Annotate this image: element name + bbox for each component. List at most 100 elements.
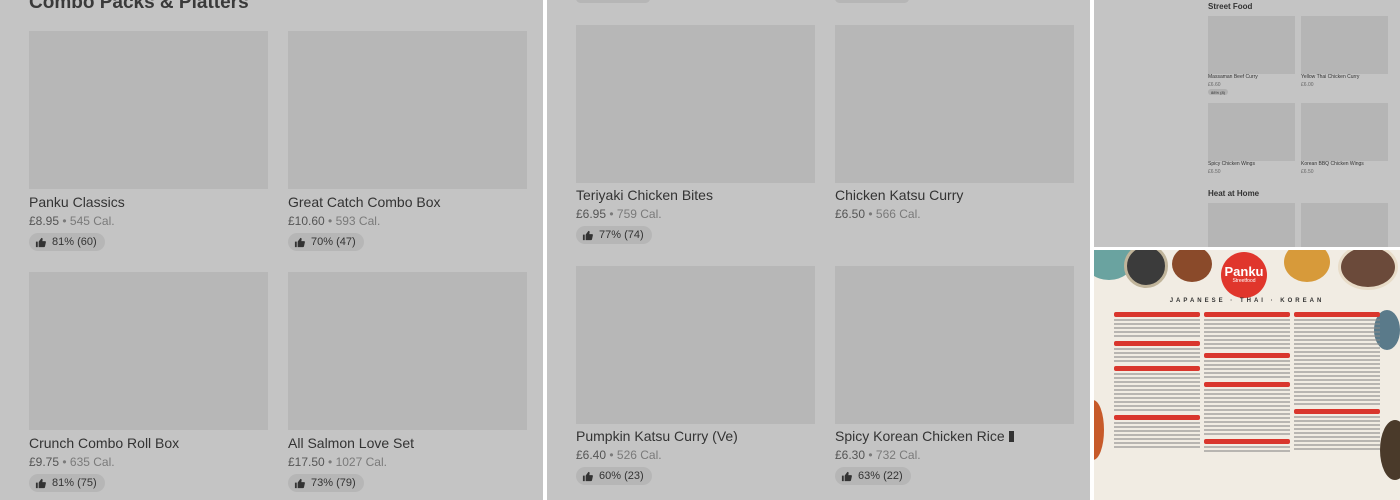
item-meta: £10.60 • 593 Cal. (288, 214, 381, 228)
menu-item-card[interactable]: Teriyaki Chicken Bites £6.95 • 759 Cal. … (576, 25, 815, 250)
item-name: Teriyaki Chicken Bites (576, 187, 713, 203)
item-price: £9.75 (29, 455, 60, 469)
item-price: £17.50 (288, 455, 325, 469)
item-meta: £6.95 • 759 Cal. (576, 207, 662, 221)
item-meta: £6.40 • 526 Cal. (576, 448, 662, 462)
rating-badge: 60% (23) (576, 467, 652, 485)
thumbs-up-icon (582, 230, 593, 240)
menu-item-card[interactable]: Spicy Korean Chicken Rice £6.30 • 732 Ca… (835, 266, 1074, 491)
item-image[interactable] (576, 266, 815, 424)
item-meta: £6.30 • 732 Cal. (835, 448, 921, 462)
food-photo (1284, 250, 1330, 282)
item-calories: 635 Cal. (69, 455, 115, 469)
item-image[interactable] (29, 272, 268, 430)
item-image[interactable] (1208, 103, 1295, 161)
item-calories: 1027 Cal. (335, 455, 387, 469)
rating-badge: 63% (22) (835, 467, 911, 485)
item-calories: 759 Cal. (616, 207, 662, 221)
item-image[interactable] (1301, 16, 1388, 74)
rating-text: 73% (79) (311, 477, 356, 489)
food-photo (1124, 250, 1168, 288)
menu-item-card[interactable]: Massaman Beef Curry £6.60 88% (8) (1208, 16, 1295, 96)
rating-badge: 70% (47) (288, 233, 364, 251)
menu-item-card[interactable]: All Salmon Love Set £17.50 • 1027 Cal. 7… (288, 272, 527, 497)
rating-text: 77% (74) (599, 229, 644, 241)
thumbs-up-icon (582, 471, 593, 481)
item-price: £6.30 (835, 448, 866, 462)
item-name: Panku Classics (29, 194, 125, 210)
item-meta: £8.95 • 545 Cal. (29, 214, 115, 228)
menu-column (1294, 308, 1380, 452)
item-price: £10.60 (288, 214, 325, 228)
item-name: Yellow Thai Chicken Curry (1301, 74, 1360, 80)
menu-item-card[interactable]: Great Catch Combo Box £10.60 • 593 Cal. … (288, 31, 527, 256)
item-name: Korean BBQ Chicken Wings (1301, 161, 1364, 167)
item-meta: £9.75 • 635 Cal. (29, 455, 115, 469)
item-price: £6.50 (1301, 169, 1314, 175)
item-image[interactable] (288, 31, 527, 189)
rating-text: 81% (75) (52, 477, 97, 489)
food-photo (1094, 400, 1104, 460)
menu-column (1114, 308, 1200, 450)
item-image[interactable] (29, 31, 268, 189)
menu-item-card[interactable]: Spicy Chicken Wings £6.50 (1208, 103, 1295, 183)
rating-text: 88% (8) (1211, 89, 1226, 95)
item-price: £6.00 (1301, 82, 1314, 88)
thumbs-up-icon (35, 237, 46, 247)
rating-text: 60% (23) (599, 470, 644, 482)
rating-badge-stub (835, 0, 909, 3)
logo-subtext: Streetfood (1232, 278, 1256, 284)
item-name: Pumpkin Katsu Curry (Ve) (576, 428, 738, 444)
menu-item-card[interactable]: Crunch Combo Roll Box £9.75 • 635 Cal. 8… (29, 272, 268, 497)
menu-panel-combo: Combo Packs & Platters Panku Classics £8… (0, 0, 543, 500)
rating-text: 70% (47) (311, 236, 356, 248)
section-title: Combo Packs & Platters (29, 0, 249, 13)
item-image[interactable] (835, 25, 1074, 183)
item-image[interactable] (1208, 16, 1295, 74)
item-image[interactable] (1301, 103, 1388, 161)
item-image[interactable] (288, 272, 527, 430)
cuisine-line: JAPANESE · THAI · KOREAN (1169, 298, 1325, 304)
item-image[interactable] (1301, 203, 1388, 247)
item-name: Chicken Katsu Curry (835, 187, 964, 203)
chili-icon (1008, 431, 1014, 442)
food-photo (1380, 420, 1400, 480)
item-meta: £17.50 • 1027 Cal. (288, 455, 387, 469)
item-image[interactable] (576, 25, 815, 183)
item-name: All Salmon Love Set (288, 435, 415, 451)
food-photo (1172, 250, 1212, 282)
item-calories: 566 Cal. (875, 207, 921, 221)
menu-poster: Panku Streetfood JAPANESE · THAI · KOREA… (1094, 250, 1400, 500)
item-image[interactable] (835, 266, 1074, 424)
rating-badge: 73% (79) (288, 474, 364, 492)
thumbs-up-icon (294, 237, 305, 247)
poster-graphic: Panku Streetfood JAPANESE · THAI · KOREA… (1094, 250, 1400, 500)
rating-text: 63% (22) (858, 470, 903, 482)
item-image[interactable] (1208, 203, 1295, 247)
rating-text: 81% (60) (52, 236, 97, 248)
item-price: £8.95 (29, 214, 60, 228)
rating-badge: 81% (75) (29, 474, 105, 492)
menu-item-card[interactable]: Korean BBQ Chicken Wings £6.50 (1301, 103, 1388, 183)
rating-badge: 77% (74) (576, 226, 652, 244)
menu-item-card[interactable]: Panku Classics £8.95 • 545 Cal. 81% (60) (29, 31, 268, 256)
item-name: Massaman Beef Curry (1208, 74, 1258, 80)
section-title: Heat at Home (1208, 189, 1260, 198)
thumbs-up-icon (841, 471, 852, 481)
item-name: Spicy Korean Chicken Rice (835, 428, 1014, 444)
menu-item-card[interactable]: Chicken Katsu Curry £6.50 • 566 Cal. (835, 25, 1074, 250)
item-price: £6.50 (1208, 169, 1221, 175)
item-meta: £6.50 • 566 Cal. (835, 207, 921, 221)
menu-item-card[interactable]: Yellow Thai Chicken Curry £6.00 (1301, 16, 1388, 96)
item-calories: 526 Cal. (616, 448, 662, 462)
item-name: Great Catch Combo Box (288, 194, 441, 210)
menu-item-card[interactable]: Pumpkin Katsu Curry (Ve) £6.40 • 526 Cal… (576, 266, 815, 491)
rating-badge: 81% (60) (29, 233, 105, 251)
item-name: Spicy Chicken Wings (1208, 161, 1255, 167)
item-price: £6.95 (576, 207, 607, 221)
food-photo (1338, 250, 1398, 290)
item-calories: 545 Cal. (69, 214, 115, 228)
logo-text: Panku (1224, 264, 1264, 279)
item-price: £6.60 (1208, 82, 1221, 88)
rating-badge: 88% (8) (1208, 89, 1229, 95)
